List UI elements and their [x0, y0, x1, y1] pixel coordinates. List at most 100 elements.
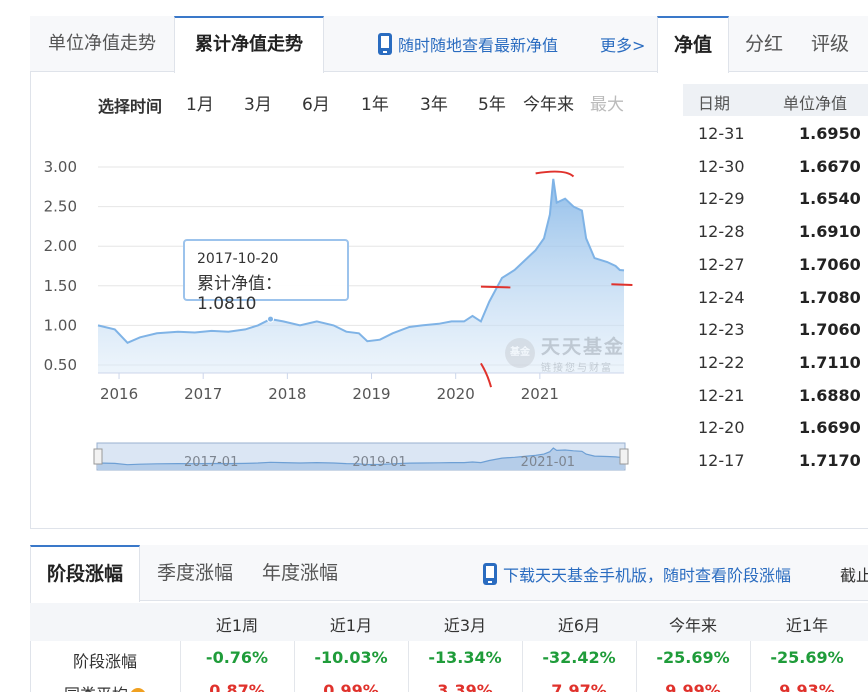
range-5y[interactable]: 5年: [478, 90, 506, 115]
nav-row-value: 1.7060: [799, 320, 861, 340]
nav-row-date: 12-28: [698, 222, 745, 242]
as-of-label: 截止: [840, 566, 868, 585]
navigator-handle-left[interactable]: [93, 448, 103, 465]
watermark-subtitle: 链接您与财富: [541, 363, 613, 374]
x-tick-label: 2017: [184, 385, 222, 403]
tab-year-return[interactable]: 年度涨幅: [245, 545, 355, 602]
nav-row-value: 1.6880: [799, 385, 861, 405]
nav-row-value: 1.7080: [799, 287, 861, 307]
nav-row-value: 1.6950: [799, 124, 861, 143]
nav-table-row: 12-30 1.6670: [683, 151, 868, 184]
x-tick-label: 2020: [437, 385, 475, 403]
nav-table-row: 12-29 1.6540: [683, 183, 868, 216]
tab-stage-return[interactable]: 阶段涨幅: [30, 545, 140, 602]
nav-header-value: 单位净值: [783, 94, 848, 113]
range-ytd[interactable]: 今年来: [523, 90, 574, 115]
download-app-link-label: 下载天天基金手机版，随时查看阶段涨幅: [503, 566, 792, 585]
nav-table-row: 12-24 1.7080: [683, 282, 868, 315]
tooltip-marker: [267, 315, 275, 323]
performance-value: -13.34%: [428, 648, 502, 667]
nav-row-value: 1.7170: [799, 451, 861, 470]
nav-table-row: 12-20 1.6690: [683, 412, 868, 445]
performance-value: 7.97%: [551, 681, 607, 692]
performance-value: -25.69%: [656, 648, 730, 667]
navigator-handle-right[interactable]: [619, 448, 629, 465]
nav-table-row: 12-27 1.7060: [683, 249, 868, 282]
watermark: 基金 天天基金 链接您与财富: [505, 332, 625, 374]
range-max[interactable]: 最大: [590, 90, 624, 115]
x-tick-label: 2016: [100, 385, 138, 403]
y-tick-label: 1.00: [44, 316, 77, 334]
nav-row-date: 12-24: [698, 287, 745, 307]
mobile-nav-link-label: 随时随地查看最新净值: [398, 36, 559, 55]
nav-table-row: 12-22 1.7110: [683, 347, 868, 380]
performance-row-label: 同类平均: [30, 681, 180, 692]
performance-col-header: 近1年: [785, 616, 829, 635]
download-app-link[interactable]: 下载天天基金手机版，随时查看阶段涨幅: [483, 562, 791, 586]
performance-col-header: 近3月: [443, 616, 487, 635]
nav-row-date: 12-23: [698, 320, 745, 340]
range-1m[interactable]: 1月: [186, 90, 214, 115]
mobile-nav-link[interactable]: 随时随地查看最新净值: [378, 32, 558, 56]
tab-nav[interactable]: 净值: [657, 16, 729, 73]
performance-value: 9.93%: [779, 681, 835, 692]
tab-rating[interactable]: 评级: [799, 16, 861, 73]
performance-value: 3.39%: [437, 681, 493, 692]
nav-table-row: 12-23 1.7060: [683, 314, 868, 347]
nav-table-row: 12-28 1.6910: [683, 216, 868, 249]
nav-table-row: 12-31 1.6950: [683, 118, 868, 151]
nav-row-date: 12-29: [698, 189, 745, 209]
nav-row-value: 1.7110: [799, 352, 861, 372]
nav-table-header: 日期 单位净值: [683, 84, 868, 116]
tooltip-value: 累计净值：1.0810: [197, 274, 282, 314]
performance-col-header: 近1周: [215, 616, 259, 635]
nav-row-value: 1.6540: [799, 189, 861, 209]
performance-col-header: 近1月: [329, 616, 373, 635]
nav-row-value: 1.6670: [799, 156, 861, 176]
tab-unit-nav-trend[interactable]: 单位净值走势: [30, 16, 174, 73]
nav-row-value: 1.6910: [799, 222, 861, 242]
range-3m[interactable]: 3月: [244, 90, 272, 115]
performance-value: -32.42%: [542, 648, 616, 667]
range-3y[interactable]: 3年: [420, 90, 448, 115]
tab-cumulative-nav-trend[interactable]: 累计净值走势: [174, 16, 324, 73]
tooltip-date: 2017-10-20: [197, 251, 279, 267]
navigator-label: 2021-01: [521, 455, 575, 470]
nav-row-date: 12-17: [698, 451, 745, 470]
performance-value: 0.99%: [323, 681, 379, 692]
watermark-title: 天天基金: [541, 336, 626, 358]
y-tick-label: 3.00: [44, 158, 77, 176]
nav-header-date: 日期: [698, 94, 731, 113]
annotation-mark: [480, 285, 511, 289]
info-icon[interactable]: [130, 687, 146, 692]
performance-value: 0.87%: [209, 681, 265, 692]
range-1y[interactable]: 1年: [361, 90, 389, 115]
range-label: 选择时间: [98, 97, 163, 116]
x-tick-label: 2019: [352, 385, 390, 403]
nav-row-date: 12-30: [698, 156, 745, 176]
more-link[interactable]: 更多>: [600, 32, 645, 56]
tab-dividend[interactable]: 分红: [729, 16, 799, 73]
performance-col-header: 今年来: [668, 616, 717, 635]
watermark-logo: 基金: [505, 338, 535, 368]
range-6m[interactable]: 6月: [302, 90, 330, 115]
navigator-label: 2019-01: [352, 455, 406, 470]
annotation-mark: [535, 170, 575, 178]
performance-value: -25.69%: [770, 648, 844, 667]
nav-chart[interactable]: 0.50 1.00 1.50 2.00 2.50 3.00 2016 2017 2018 2019…: [30, 120, 650, 490]
performance-row-label: 阶段涨幅: [72, 652, 137, 671]
performance-value: -10.03%: [314, 648, 388, 667]
nav-row-date: 12-31: [698, 124, 745, 143]
phone-icon: [378, 33, 392, 55]
tab-quarter-return[interactable]: 季度涨幅: [140, 545, 250, 602]
nav-row-date: 12-21: [698, 385, 745, 405]
annotation-mark: [611, 283, 633, 287]
nav-row-date: 12-20: [698, 418, 745, 438]
navigator-label: 2017-01: [184, 455, 238, 470]
y-tick-label: 1.50: [44, 277, 77, 295]
nav-row-value: 1.7060: [799, 254, 861, 274]
nav-table-row: 12-17 1.7170: [683, 445, 868, 478]
nav-row-date: 12-27: [698, 254, 745, 274]
performance-col-header: 近6月: [557, 616, 601, 635]
nav-table-row: 12-21 1.6880: [683, 380, 868, 413]
